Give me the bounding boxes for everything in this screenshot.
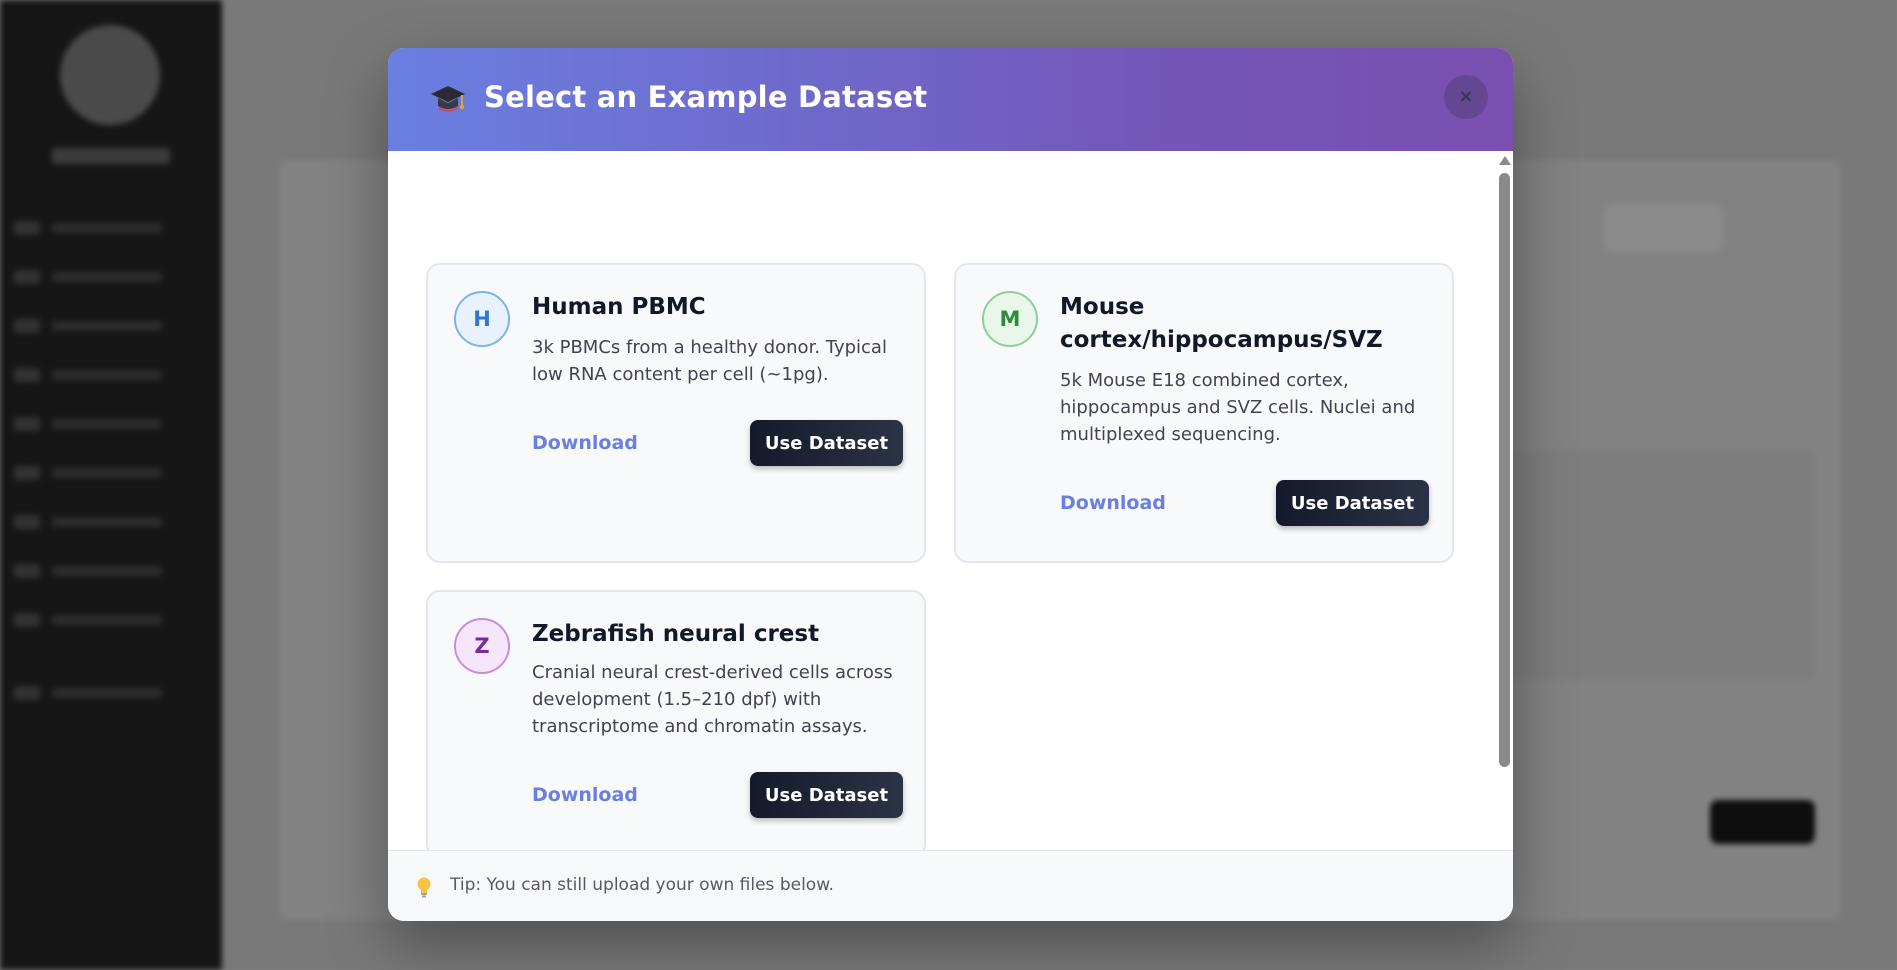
modal-title: Select an Example Dataset — [484, 80, 928, 114]
dataset-description: 3k PBMCs from a healthy donor. Typical l… — [532, 337, 887, 385]
scrollbar-thumb[interactable] — [1499, 173, 1510, 767]
download-link[interactable]: Download — [1060, 492, 1166, 514]
dataset-card: M Mouse cortex/hippocampus/SVZ 5k Mouse … — [954, 263, 1454, 563]
dataset-title: Zebrafish neural crest — [532, 621, 820, 647]
use-dataset-button[interactable]: Use Dataset — [750, 420, 903, 466]
dataset-description: Cranial neural crest-derived cells acros… — [532, 662, 893, 737]
dataset-avatar: M — [982, 291, 1038, 347]
modal-footer: Tip: You can still upload your own files… — [388, 850, 1513, 921]
modal-header: Select an Example Dataset × — [388, 48, 1513, 151]
close-button[interactable]: × — [1444, 75, 1488, 119]
modal-scrollbar[interactable] — [1495, 151, 1513, 898]
dataset-modal: Select an Example Dataset × H Human PBMC… — [388, 48, 1513, 921]
use-dataset-button[interactable]: Use Dataset — [750, 772, 903, 818]
dataset-title: Human PBMC — [532, 294, 706, 320]
dataset-avatar: H — [454, 291, 510, 347]
lightbulb-icon — [417, 877, 431, 898]
close-icon: × — [1458, 86, 1474, 107]
use-dataset-button[interactable]: Use Dataset — [1276, 480, 1429, 526]
tip-text: Tip: You can still upload your own files… — [450, 875, 834, 895]
download-link[interactable]: Download — [532, 432, 638, 454]
modal-body: H Human PBMC 3k PBMCs from a healthy don… — [388, 151, 1513, 898]
dataset-description: 5k Mouse E18 combined cortex, hippocampu… — [1060, 370, 1416, 445]
dataset-card: H Human PBMC 3k PBMCs from a healthy don… — [426, 263, 926, 563]
dataset-avatar: Z — [454, 618, 510, 674]
dataset-card: Z Zebrafish neural crest Cranial neural … — [426, 590, 926, 858]
scroll-up-arrow-icon[interactable] — [1499, 156, 1511, 165]
dataset-title: Mouse cortex/hippocampus/SVZ — [1060, 294, 1383, 353]
graduation-cap-icon — [431, 86, 465, 112]
download-link[interactable]: Download — [532, 784, 638, 806]
